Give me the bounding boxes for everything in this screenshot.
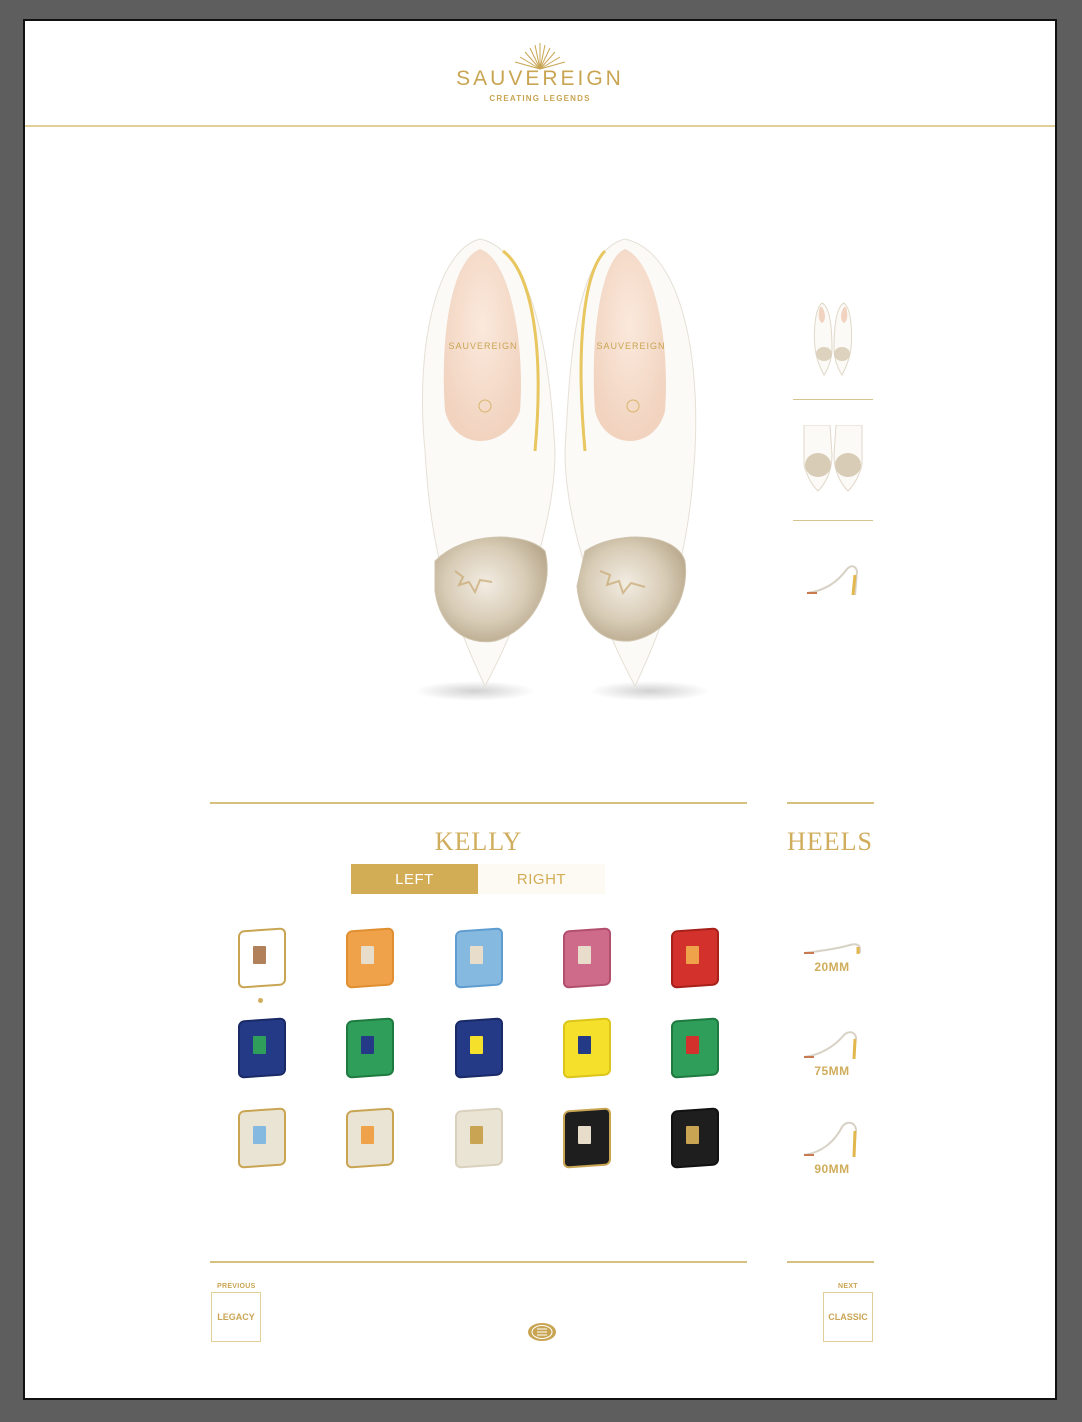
right-shoe: SAUVEREIGN	[564, 238, 710, 701]
heel-20mm-icon	[803, 943, 861, 954]
thumbnail-divider	[793, 520, 873, 521]
color-swatch[interactable]	[668, 926, 720, 989]
heel-option-20mm[interactable]: 20MM	[795, 929, 869, 1023]
model-title: KELLY	[434, 827, 523, 856]
swatch-accent-color	[686, 1036, 699, 1054]
previous-caption: PREVIOUS	[217, 1283, 256, 1290]
heel-height-options: 20MM 75MM 90MM	[795, 929, 869, 1211]
footer-divider	[787, 1261, 874, 1263]
heel-option-75mm[interactable]: 75MM	[795, 1023, 869, 1117]
swatch-accent-color	[361, 1126, 375, 1144]
heel-option-90mm[interactable]: 90MM	[795, 1117, 869, 1211]
shoe-side-toggle: LEFT RIGHT	[351, 864, 605, 894]
hero-shoe-image: SAUVEREIGN SAUVEREIGN	[395, 231, 725, 716]
color-swatch[interactable]	[560, 1016, 612, 1079]
color-swatch[interactable]	[560, 926, 612, 989]
svg-text:SAUVEREIGN: SAUVEREIGN	[596, 341, 665, 351]
brand-name: SAUVEREIGN	[456, 67, 624, 90]
heels-title: HEELS	[787, 827, 873, 856]
brand-logo[interactable]: SAUVEREIGN CREATING LEGENDS	[25, 41, 1055, 103]
color-swatch[interactable]	[452, 1016, 504, 1079]
swatch-accent-color	[686, 1126, 699, 1144]
color-swatch[interactable]	[560, 1106, 612, 1169]
previous-model-button[interactable]: LEGACY	[211, 1292, 261, 1342]
thumbnail-divider	[793, 399, 873, 400]
color-swatch[interactable]	[668, 1106, 720, 1169]
brand-tagline: CREATING LEGENDS	[489, 94, 591, 103]
heel-90mm-label: 90MM	[814, 1162, 850, 1176]
color-swatch[interactable]	[235, 1106, 287, 1169]
thumbnail-side-profile[interactable]	[793, 533, 873, 629]
swatch-row	[235, 1106, 720, 1196]
heel-90mm-icon	[803, 1121, 858, 1158]
heel-75mm-label: 75MM	[814, 1064, 850, 1078]
swatch-accent-color	[361, 1036, 375, 1054]
color-swatch[interactable]	[343, 1106, 395, 1169]
color-swatch[interactable]	[668, 1016, 720, 1079]
swatch-row	[235, 926, 720, 1016]
color-swatch[interactable]	[343, 926, 395, 989]
swatch-accent-color	[577, 946, 591, 964]
section-divider	[210, 802, 747, 804]
swatch-accent-color	[361, 946, 375, 964]
swatch-accent-color	[686, 946, 699, 964]
heel-75mm-icon	[803, 1031, 858, 1060]
swatch-accent-color	[577, 1126, 591, 1144]
swatch-row	[235, 1016, 720, 1106]
swatch-accent-color	[253, 946, 266, 964]
thumbnail-toe-closeup[interactable]	[793, 412, 873, 508]
color-swatch-grid	[235, 926, 720, 1196]
svg-text:SAUVEREIGN: SAUVEREIGN	[448, 341, 517, 351]
brand-seal-icon	[528, 1323, 556, 1341]
right-shoe-tab[interactable]: RIGHT	[478, 864, 605, 894]
page: SAUVEREIGN CREATING LEGENDS SAUVEREIGN S…	[23, 19, 1057, 1400]
swatch-accent-color	[577, 1036, 591, 1054]
swatch-accent-color	[469, 946, 483, 964]
selected-indicator-dot	[258, 998, 263, 1003]
color-swatch[interactable]	[235, 1016, 287, 1079]
next-caption: NEXT	[838, 1283, 858, 1290]
swatch-accent-color	[469, 1126, 483, 1144]
thumbnail-strip	[793, 291, 873, 629]
left-shoe: SAUVEREIGN	[415, 238, 556, 701]
thumbnail-pair-top-view[interactable]	[793, 291, 873, 387]
swatch-accent-color	[469, 1036, 483, 1054]
color-swatch[interactable]	[452, 1106, 504, 1169]
heel-20mm-label: 20MM	[814, 960, 850, 974]
swatch-accent-color	[253, 1126, 266, 1144]
next-model-button[interactable]: CLASSIC	[823, 1292, 873, 1342]
header: SAUVEREIGN CREATING LEGENDS	[25, 21, 1055, 127]
swatch-accent-color	[253, 1036, 266, 1054]
footer-divider	[210, 1261, 747, 1263]
left-shoe-tab[interactable]: LEFT	[351, 864, 478, 894]
color-swatch[interactable]	[343, 1016, 395, 1079]
color-swatch[interactable]	[235, 926, 287, 1003]
section-divider	[787, 802, 874, 804]
color-swatch[interactable]	[452, 926, 504, 989]
